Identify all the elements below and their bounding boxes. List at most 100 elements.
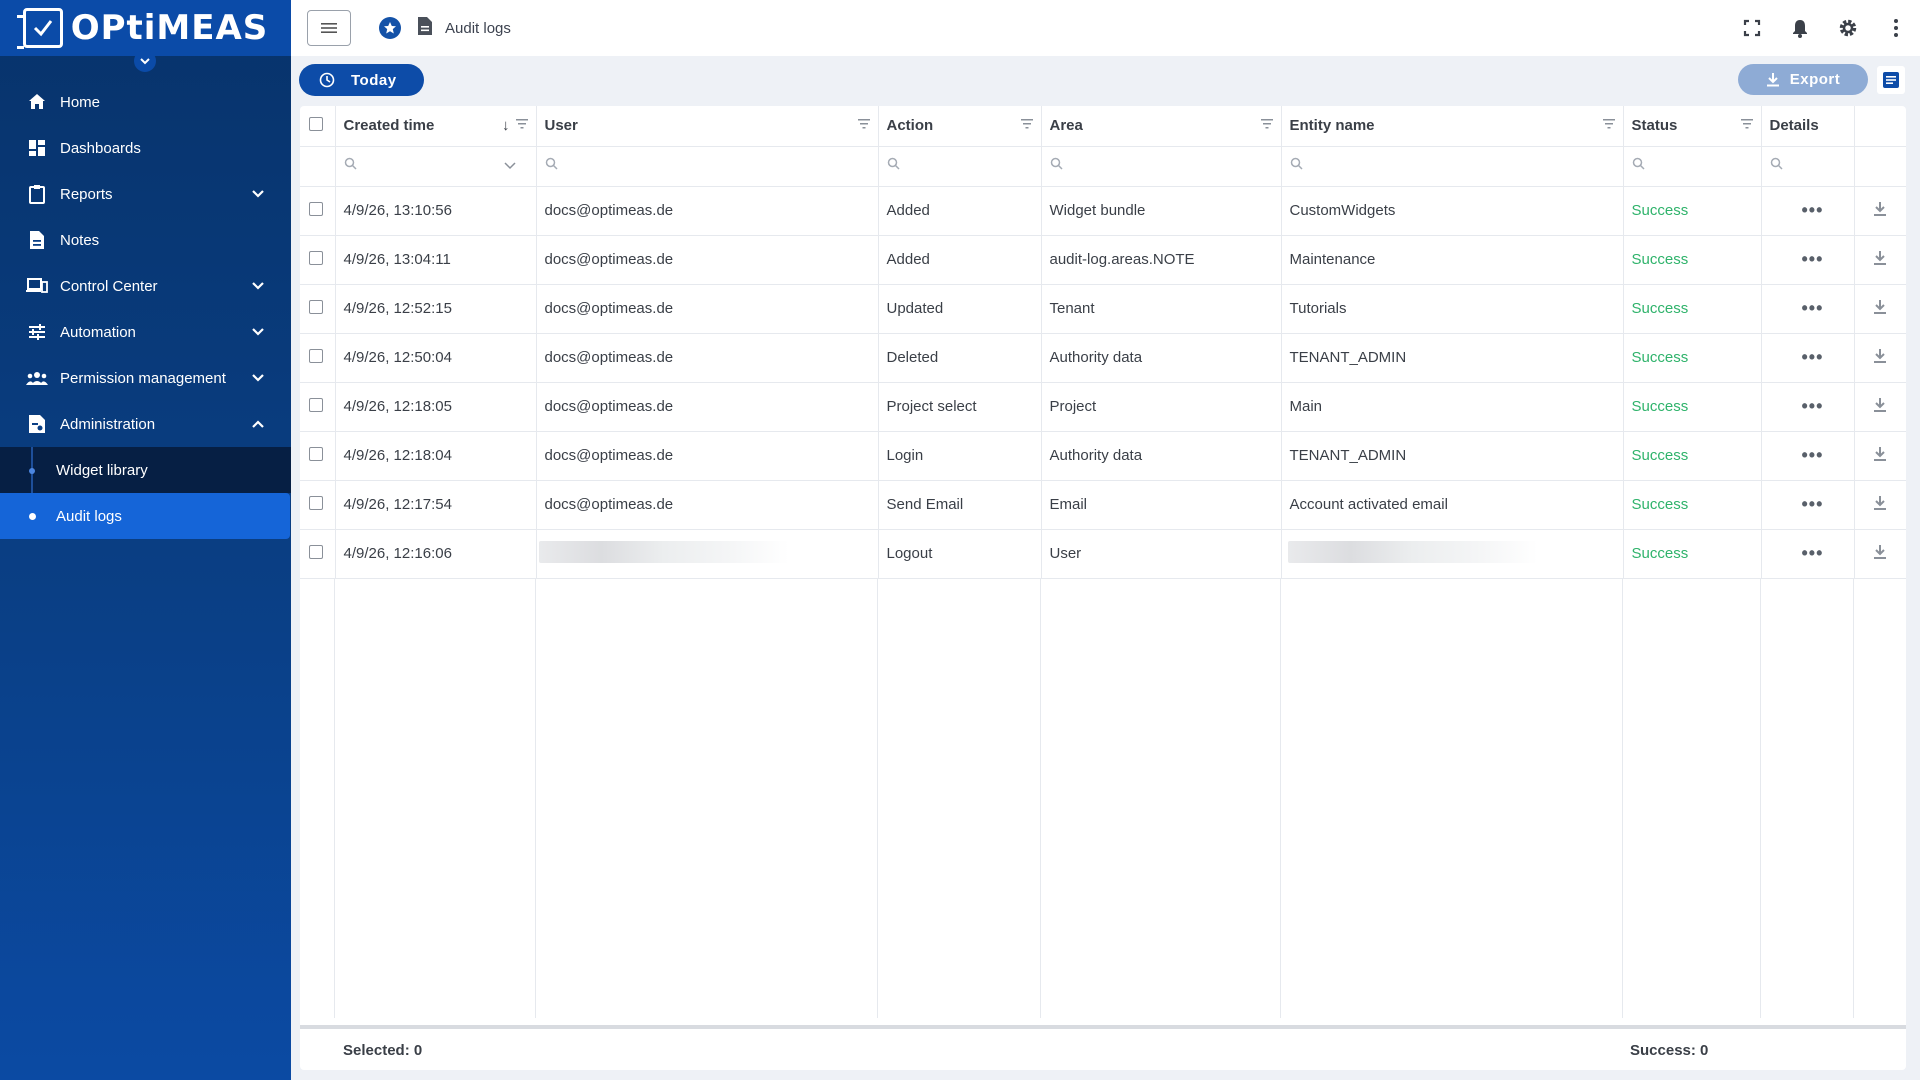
chevron-down-icon[interactable]: [249, 277, 267, 295]
brand-logo[interactable]: OPtiMEAS: [0, 0, 291, 56]
chevron-down-icon[interactable]: [134, 50, 156, 72]
cell-status: Success: [1623, 235, 1762, 285]
filter-icon[interactable]: [1740, 119, 1753, 129]
menu-toggle-button[interactable]: [307, 10, 351, 46]
column-header-area[interactable]: Area: [1041, 106, 1282, 147]
sidebar-item-automation[interactable]: Automation: [0, 309, 291, 355]
chevron-down-icon[interactable]: [503, 161, 516, 170]
cell-user: docs@optimeas.de: [536, 235, 879, 285]
row-checkbox[interactable]: [309, 495, 323, 510]
select-all-checkbox[interactable]: [309, 116, 323, 131]
row-checkbox[interactable]: [309, 250, 323, 265]
redacted-user: [538, 540, 789, 563]
table-row[interactable]: 4/9/26, 12:18:05 docs@optimeas.de Projec…: [300, 382, 1906, 432]
today-button[interactable]: Today: [299, 64, 424, 96]
column-settings-button[interactable]: [1877, 66, 1905, 94]
download-icon[interactable]: [1873, 495, 1887, 511]
table-row[interactable]: 4/9/26, 12:16:06 Logout User Success •••: [300, 529, 1906, 579]
table-row[interactable]: 4/9/26, 13:10:56 docs@optimeas.de Added …: [300, 186, 1906, 236]
row-checkbox[interactable]: [309, 348, 323, 363]
sidebar-item-home[interactable]: Home: [0, 79, 291, 125]
column-header-entity-name[interactable]: Entity name: [1281, 106, 1624, 147]
chevron-down-icon[interactable]: [249, 369, 267, 387]
download-icon[interactable]: [1873, 201, 1887, 217]
filter-icon[interactable]: [515, 119, 528, 129]
filter-entity-name[interactable]: [1281, 146, 1624, 187]
more-horizontal-icon[interactable]: •••: [1761, 186, 1855, 236]
more-horizontal-icon[interactable]: •••: [1761, 431, 1855, 481]
sidebar-item-permission-management[interactable]: Permission management: [0, 355, 291, 401]
filter-icon[interactable]: [857, 119, 870, 129]
clipboard-icon: [26, 184, 48, 204]
row-checkbox[interactable]: [309, 544, 323, 559]
download-icon[interactable]: [1873, 299, 1887, 315]
table-row[interactable]: 4/9/26, 13:04:11 docs@optimeas.de Added …: [300, 235, 1906, 285]
chevron-down-icon[interactable]: [249, 185, 267, 203]
menu-icon: [321, 23, 337, 33]
sort-desc-icon[interactable]: ↓: [502, 117, 510, 134]
more-vertical-icon[interactable]: [1872, 18, 1920, 38]
cell-created-time: 4/9/26, 13:10:56: [335, 186, 537, 236]
filter-details[interactable]: [1761, 146, 1855, 187]
row-checkbox-cell: [300, 333, 336, 383]
cell-area: Authority data: [1041, 333, 1282, 383]
gear-icon[interactable]: [1824, 17, 1872, 39]
empty-grid-area: [300, 578, 1906, 1018]
sidebar-item-dashboards[interactable]: Dashboards: [0, 125, 291, 171]
cell-action: Send Email: [878, 480, 1042, 530]
download-icon[interactable]: [1873, 348, 1887, 364]
column-header-details[interactable]: Details: [1761, 106, 1855, 147]
row-checkbox[interactable]: [309, 201, 323, 216]
row-checkbox[interactable]: [309, 446, 323, 461]
row-checkbox[interactable]: [309, 299, 323, 314]
table-row[interactable]: 4/9/26, 12:17:54 docs@optimeas.de Send E…: [300, 480, 1906, 530]
cell-action: Updated: [878, 284, 1042, 334]
cell-created-time: 4/9/26, 12:18:04: [335, 431, 537, 481]
column-label: Status: [1631, 117, 1678, 135]
download-icon[interactable]: [1873, 544, 1887, 560]
sidebar-item-widget-library[interactable]: Widget library: [0, 447, 291, 493]
column-label: Created time: [343, 117, 435, 135]
grid-column-line: [878, 578, 1041, 1018]
more-horizontal-icon[interactable]: •••: [1761, 333, 1855, 383]
chevron-up-icon[interactable]: [249, 415, 267, 433]
fullscreen-icon[interactable]: [1728, 19, 1776, 37]
filter-area[interactable]: [1041, 146, 1282, 187]
filter-status[interactable]: [1623, 146, 1762, 187]
sidebar-item-reports[interactable]: Reports: [0, 171, 291, 217]
column-header-status[interactable]: Status: [1623, 106, 1762, 147]
devices-icon: [26, 276, 48, 296]
table-row[interactable]: 4/9/26, 12:50:04 docs@optimeas.de Delete…: [300, 333, 1906, 383]
download-icon[interactable]: [1873, 397, 1887, 413]
column-header-created-time[interactable]: Created time ↓: [335, 106, 537, 147]
favorite-star-icon[interactable]: [379, 17, 401, 39]
more-horizontal-icon[interactable]: •••: [1761, 284, 1855, 334]
sidebar-item-label: Reports: [60, 185, 113, 203]
filter-action[interactable]: [878, 146, 1042, 187]
filter-created-time[interactable]: [335, 146, 537, 187]
column-header-user[interactable]: User: [536, 106, 879, 147]
download-icon[interactable]: [1873, 250, 1887, 266]
filter-icon[interactable]: [1260, 119, 1273, 129]
horizontal-scrollbar[interactable]: [300, 1025, 1906, 1029]
table-row[interactable]: 4/9/26, 12:18:04 docs@optimeas.de Login …: [300, 431, 1906, 481]
more-horizontal-icon[interactable]: •••: [1761, 480, 1855, 530]
export-button[interactable]: Export: [1738, 64, 1868, 95]
column-header-action[interactable]: Action: [878, 106, 1042, 147]
more-horizontal-icon[interactable]: •••: [1761, 529, 1855, 579]
more-horizontal-icon[interactable]: •••: [1761, 382, 1855, 432]
sidebar-item-control-center[interactable]: Control Center: [0, 263, 291, 309]
filter-user[interactable]: [536, 146, 879, 187]
table-row[interactable]: 4/9/26, 12:52:15 docs@optimeas.de Update…: [300, 284, 1906, 334]
sidebar-item-audit-logs[interactable]: Audit logs: [0, 493, 290, 539]
filter-icon[interactable]: [1602, 119, 1615, 129]
more-horizontal-icon[interactable]: •••: [1761, 235, 1855, 285]
bell-icon[interactable]: [1776, 18, 1824, 38]
filter-icon[interactable]: [1020, 119, 1033, 129]
download-cell: [1854, 333, 1906, 383]
sidebar-item-notes[interactable]: Notes: [0, 217, 291, 263]
sidebar-item-administration[interactable]: Administration: [0, 401, 291, 447]
chevron-down-icon[interactable]: [249, 323, 267, 341]
download-icon[interactable]: [1873, 446, 1887, 462]
row-checkbox[interactable]: [309, 397, 323, 412]
